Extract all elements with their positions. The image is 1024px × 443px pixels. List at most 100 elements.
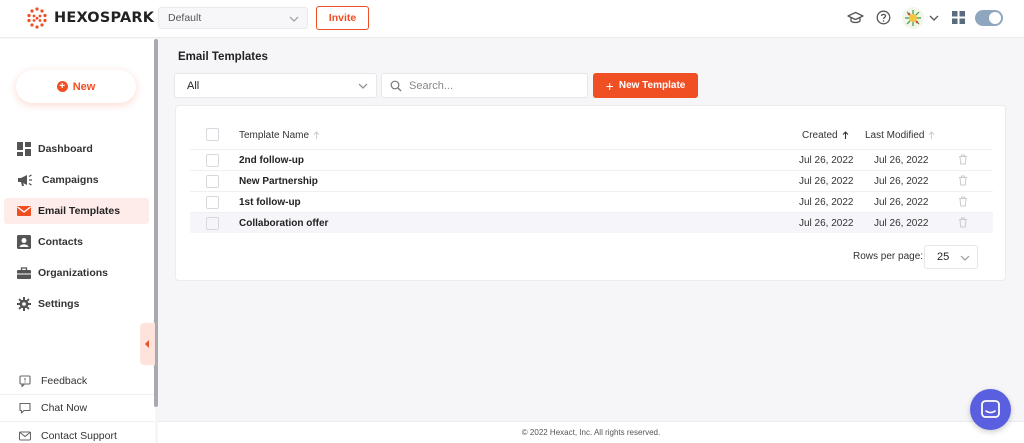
sidebar-item-label: Organizations — [38, 267, 109, 279]
brand-name: HEXOSPARK — [54, 10, 155, 26]
search-input[interactable] — [409, 78, 579, 94]
trash-icon[interactable] — [958, 175, 968, 186]
megaphone-icon — [18, 174, 32, 186]
avatar-image-icon — [905, 10, 921, 26]
contact-support-label: Contact Support — [41, 429, 117, 442]
avatar[interactable] — [902, 7, 924, 29]
sidebar-item-email-templates[interactable]: Email Templates — [4, 198, 149, 224]
sidebar-item-label: Settings — [38, 298, 80, 310]
briefcase-icon — [17, 267, 31, 279]
plus-icon: + — [56, 81, 68, 92]
modified-date: Jul 26, 2022 — [874, 218, 929, 229]
template-filter-select[interactable]: All — [174, 73, 377, 98]
template-name[interactable]: New Partnership — [239, 176, 318, 187]
created-date: Jul 26, 2022 — [799, 155, 854, 166]
feedback-label: Feedback — [41, 375, 88, 387]
logo[interactable]: HEXOSPARK — [25, 5, 154, 31]
template-name[interactable]: 2nd follow-up — [239, 155, 304, 166]
sidebar-item-dashboard[interactable]: Dashboard — [4, 136, 149, 162]
workspace-select[interactable]: Default — [158, 7, 308, 29]
chevron-left-icon — [145, 340, 149, 348]
column-header-label: Created — [802, 130, 838, 141]
column-header-label: Last Modified — [865, 130, 925, 141]
chat-widget-icon — [981, 400, 1000, 418]
table-row[interactable]: 1st follow-up Jul 26, 2022 Jul 26, 2022 — [190, 191, 993, 212]
search-icon — [390, 80, 402, 92]
sidebar-item-label: Contacts — [38, 236, 83, 248]
sidebar-collapse-toggle[interactable] — [140, 323, 155, 365]
template-name[interactable]: Collaboration offer — [239, 218, 328, 229]
new-template-label: New Template — [618, 80, 686, 91]
toggle-knob — [989, 12, 1001, 24]
created-date: Jul 26, 2022 — [799, 197, 854, 208]
page-footer: © 2022 Hexact, Inc. All rights reserved. — [158, 421, 1024, 443]
gear-icon — [17, 297, 31, 311]
table-row[interactable]: Collaboration offer Jul 26, 2022 Jul 26,… — [190, 212, 993, 233]
search-box[interactable] — [381, 73, 588, 98]
envelope-icon — [17, 206, 31, 216]
new-button-label: New — [72, 80, 96, 93]
modified-date: Jul 26, 2022 — [874, 176, 929, 187]
filter-value: All — [187, 79, 200, 92]
sidebar-item-contacts[interactable]: Contacts — [4, 229, 149, 255]
column-header-last-modified[interactable]: Last Modified — [865, 130, 935, 141]
page-title: Email Templates — [178, 51, 268, 63]
column-header-label: Template Name — [239, 130, 310, 141]
sidebar-footer-contact-support[interactable]: Contact Support — [0, 422, 155, 443]
chat-now-label: Chat Now — [41, 402, 88, 414]
contact-icon — [17, 235, 31, 249]
template-name[interactable]: 1st follow-up — [239, 197, 301, 208]
rows-per-page-value: 25 — [937, 251, 950, 263]
top-bar: HEXOSPARK Default Invite — [0, 0, 1024, 38]
row-checkbox[interactable] — [206, 217, 219, 230]
workspace-value: Default — [168, 12, 202, 24]
trash-icon[interactable] — [958, 217, 968, 228]
chevron-down-icon — [358, 83, 368, 89]
trash-icon[interactable] — [958, 196, 968, 207]
hexospark-logo-icon — [27, 7, 47, 29]
chevron-down-icon — [960, 255, 970, 261]
table-row[interactable]: New Partnership Jul 26, 2022 Jul 26, 202… — [190, 170, 993, 191]
rows-per-page-label: Rows per page: — [853, 251, 924, 262]
dashboard-icon — [17, 142, 31, 156]
created-date: Jul 26, 2022 — [799, 218, 854, 229]
sidebar-item-label: Campaigns — [42, 174, 99, 186]
chat-icon — [19, 402, 31, 414]
chevron-down-icon[interactable] — [929, 14, 939, 22]
sort-arrow-up-icon — [842, 131, 848, 139]
column-header-created[interactable]: Created — [802, 130, 849, 141]
chat-widget-button[interactable] — [970, 389, 1011, 430]
trash-icon[interactable] — [958, 154, 968, 165]
sort-arrow-icon — [929, 131, 935, 139]
sidebar: + New Dashboard Campaigns Email Template… — [0, 39, 155, 443]
modified-date: Jul 26, 2022 — [874, 197, 929, 208]
theme-toggle[interactable] — [975, 10, 1003, 26]
sidebar-item-label: Dashboard — [38, 143, 93, 155]
rows-per-page-select[interactable]: 25 — [924, 245, 978, 269]
sidebar-footer-chat-now[interactable]: Chat Now — [0, 395, 155, 422]
row-checkbox[interactable] — [206, 154, 219, 167]
chevron-down-icon — [289, 16, 299, 22]
templates-table: Template Name Created Last Modified 2nd … — [175, 105, 1006, 281]
sidebar-item-settings[interactable]: Settings — [4, 291, 149, 317]
modified-date: Jul 26, 2022 — [874, 155, 929, 166]
sidebar-item-campaigns[interactable]: Campaigns — [4, 167, 149, 193]
table-row[interactable]: 2nd follow-up Jul 26, 2022 Jul 26, 2022 — [190, 149, 993, 170]
help-icon[interactable] — [876, 10, 891, 25]
row-checkbox[interactable] — [206, 175, 219, 188]
row-checkbox[interactable] — [206, 196, 219, 209]
new-template-button[interactable]: + New Template — [593, 73, 698, 98]
sidebar-footer-feedback[interactable]: Feedback — [0, 368, 155, 395]
apps-grid-icon[interactable] — [952, 11, 965, 24]
sidebar-item-organizations[interactable]: Organizations — [4, 260, 149, 286]
feedback-icon — [19, 375, 31, 387]
plus-icon: + — [605, 77, 614, 94]
sidebar-item-label: Email Templates — [38, 205, 121, 217]
select-all-checkbox[interactable] — [206, 128, 219, 141]
new-button[interactable]: + New — [16, 70, 136, 103]
graduation-cap-icon[interactable] — [847, 10, 864, 26]
copyright-text: © 2022 Hexact, Inc. All rights reserved. — [521, 428, 661, 437]
sort-arrow-icon — [313, 131, 320, 139]
column-header-template-name[interactable]: Template Name — [239, 130, 320, 141]
invite-button[interactable]: Invite — [316, 6, 369, 30]
